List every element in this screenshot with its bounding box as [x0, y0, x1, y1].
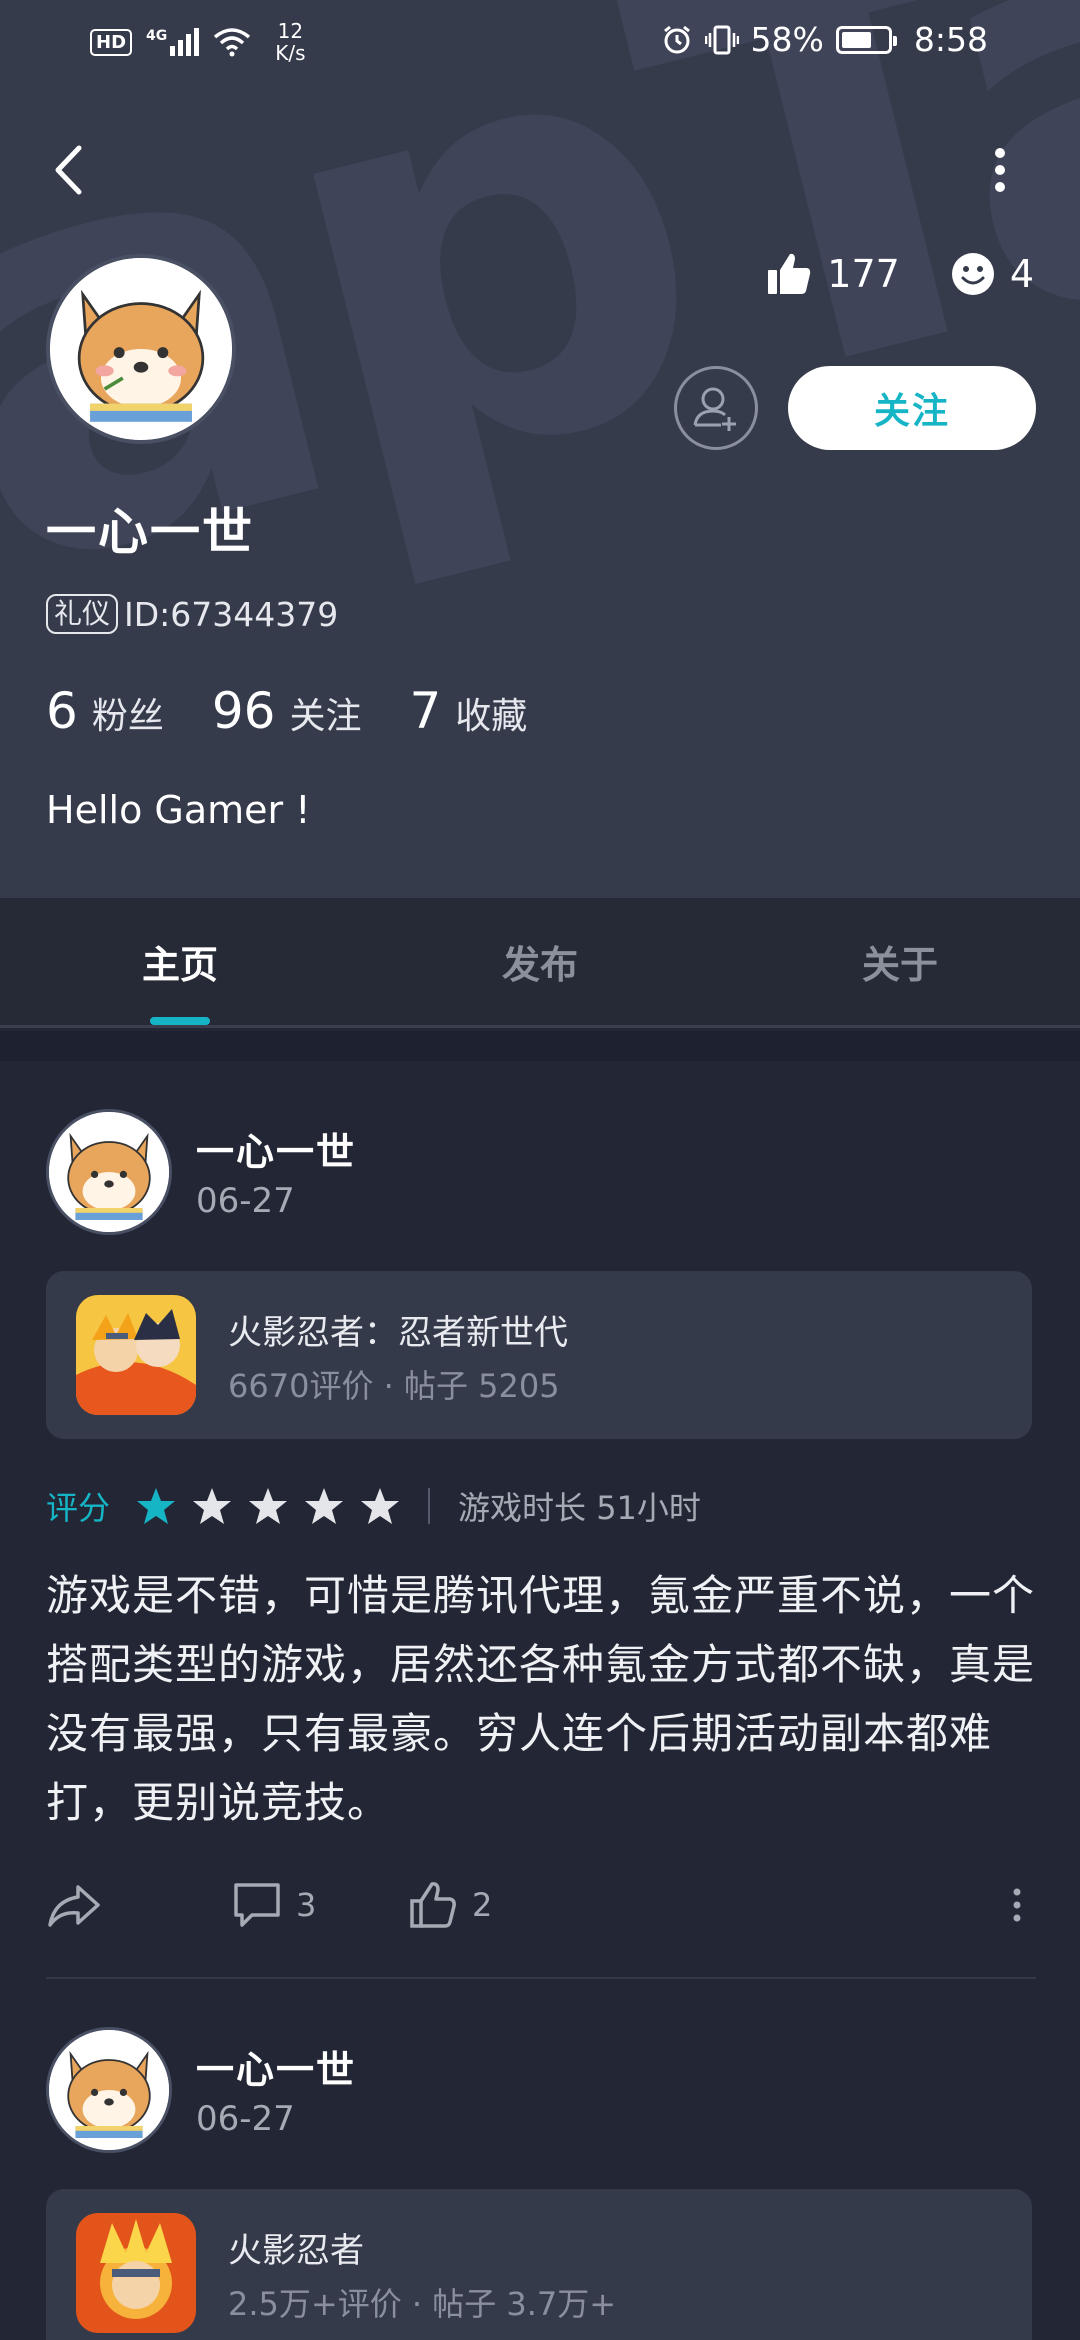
more-options-button[interactable]: [975, 130, 1025, 210]
like-count[interactable]: 177: [765, 250, 900, 298]
username: 一心一世: [46, 503, 254, 561]
alarm-icon: [663, 25, 690, 53]
post-divider: [46, 1977, 1036, 1979]
section-divider: [0, 1031, 1080, 1061]
back-arrow-icon: [55, 145, 82, 195]
game-icon: [76, 1295, 196, 1415]
thumbs-up-icon: [768, 253, 811, 294]
add-friend-button[interactable]: [674, 366, 758, 450]
tab-home[interactable]: 主页: [0, 898, 360, 1025]
post-avatar[interactable]: [46, 2027, 172, 2153]
post-card: 一心一世 06-27 火影忍者：忍者新世代 6670评价 · 帖子 5205 评…: [0, 1061, 1080, 1981]
profile-stats: 6 粉丝 96 关注 7 收藏: [46, 682, 527, 740]
status-bar: HD 4G 12 K/s 58% 8:58: [0, 0, 1080, 84]
battery-percent: 58%: [750, 20, 824, 59]
post-date: 06-27: [196, 1181, 295, 1221]
emoji-count[interactable]: 4: [950, 251, 1034, 297]
thumbs-up-outline-icon: [410, 1882, 456, 1928]
more-vertical-icon: [1013, 1888, 1021, 1922]
tab-posts[interactable]: 发布: [360, 898, 720, 1025]
game-name: 火影忍者: [228, 2231, 364, 2271]
like-count: 2: [472, 1886, 493, 1924]
vibrate-icon: [704, 25, 739, 54]
post-date: 06-27: [196, 2099, 295, 2139]
game-meta: 6670评价 · 帖子 5205: [228, 1367, 560, 1405]
smiley-icon: [951, 253, 994, 295]
naruto-game-icon: [76, 1295, 196, 1415]
game-name: 火影忍者：忍者新世代: [228, 1313, 568, 1353]
back-button[interactable]: [40, 130, 96, 210]
post-feed: 一心一世 06-27 火影忍者：忍者新世代 6670评价 · 帖子 5205 评…: [0, 1061, 1080, 2340]
hd-icon: HD: [90, 28, 133, 56]
comment-icon: [234, 1883, 280, 1927]
share-button[interactable]: [46, 1865, 102, 1945]
rating-label: 评分: [46, 1489, 111, 1527]
network-speed: 12 K/s: [275, 19, 306, 65]
star-empty-icon: [193, 1488, 232, 1524]
star-empty-icon: [361, 1488, 400, 1524]
active-tab-indicator: [150, 1017, 210, 1025]
battery-icon: [835, 25, 897, 54]
like-button[interactable]: 2: [408, 1865, 492, 1945]
post-card: 一心一世 06-27 火影忍者 2.5万+评价 · 帖子 3.7万+: [0, 1981, 1080, 2340]
post-actions: 3 2: [46, 1865, 1036, 1945]
comment-count: 3: [296, 1886, 317, 1924]
follow-button[interactable]: 关注: [788, 366, 1036, 450]
star-empty-icon: [249, 1488, 288, 1524]
profile-counts: 177 4: [765, 250, 1034, 298]
shiba-avatar-image: [49, 2030, 169, 2150]
shiba-avatar-image: [50, 258, 232, 440]
fans-stat[interactable]: 6 粉丝: [46, 682, 164, 740]
user-id-row: 礼仪 ID:67344379: [46, 594, 338, 634]
post-avatar[interactable]: [46, 1109, 172, 1235]
playtime: 游戏时长 51小时: [458, 1489, 701, 1527]
star-filled-icon: [137, 1488, 176, 1524]
rating-separator: [428, 1488, 431, 1524]
game-icon: [76, 2213, 196, 2333]
share-icon: [48, 1885, 100, 1927]
profile-header: apTa HD 4G 12 K/s 58% 8:58 177 4 关注 一心一世…: [0, 0, 1080, 898]
star-empty-icon: [305, 1488, 344, 1524]
more-vertical-icon: [995, 148, 1005, 192]
favorites-stat[interactable]: 7 收藏: [409, 682, 527, 740]
user-id: ID:67344379: [124, 594, 339, 634]
post-author[interactable]: 一心一世: [196, 1121, 356, 1176]
tab-about[interactable]: 关于: [720, 898, 1080, 1025]
avatar[interactable]: [46, 254, 236, 444]
etiquette-badge[interactable]: 礼仪: [46, 594, 119, 634]
following-stat[interactable]: 96 关注: [212, 682, 362, 740]
wifi-icon: [214, 28, 251, 57]
add-person-icon: [693, 387, 736, 431]
comment-button[interactable]: 3: [232, 1865, 316, 1945]
signal-icon: 4G: [146, 28, 200, 56]
profile-tabs: 主页 发布 关于: [0, 898, 1080, 1028]
game-card[interactable]: 火影忍者 2.5万+评价 · 帖子 3.7万+: [46, 2189, 1032, 2340]
clock: 8:58: [913, 20, 988, 59]
game-meta: 2.5万+评价 · 帖子 3.7万+: [228, 2285, 617, 2323]
post-author[interactable]: 一心一世: [196, 2039, 356, 2094]
game-card[interactable]: 火影忍者：忍者新世代 6670评价 · 帖子 5205: [46, 1271, 1032, 1439]
post-more-button[interactable]: [1012, 1865, 1022, 1945]
shiba-avatar-image: [49, 1112, 169, 1232]
naruto-game-icon: [76, 2213, 196, 2333]
rating-row: 评分 游戏时长 51小时: [46, 1483, 701, 1529]
user-bio: Hello Gamer !: [46, 788, 311, 832]
post-body[interactable]: 游戏是不错，可惜是腾讯代理，氪金严重不说，一个搭配类型的游戏，居然还各种氪金方式…: [46, 1561, 1036, 1837]
